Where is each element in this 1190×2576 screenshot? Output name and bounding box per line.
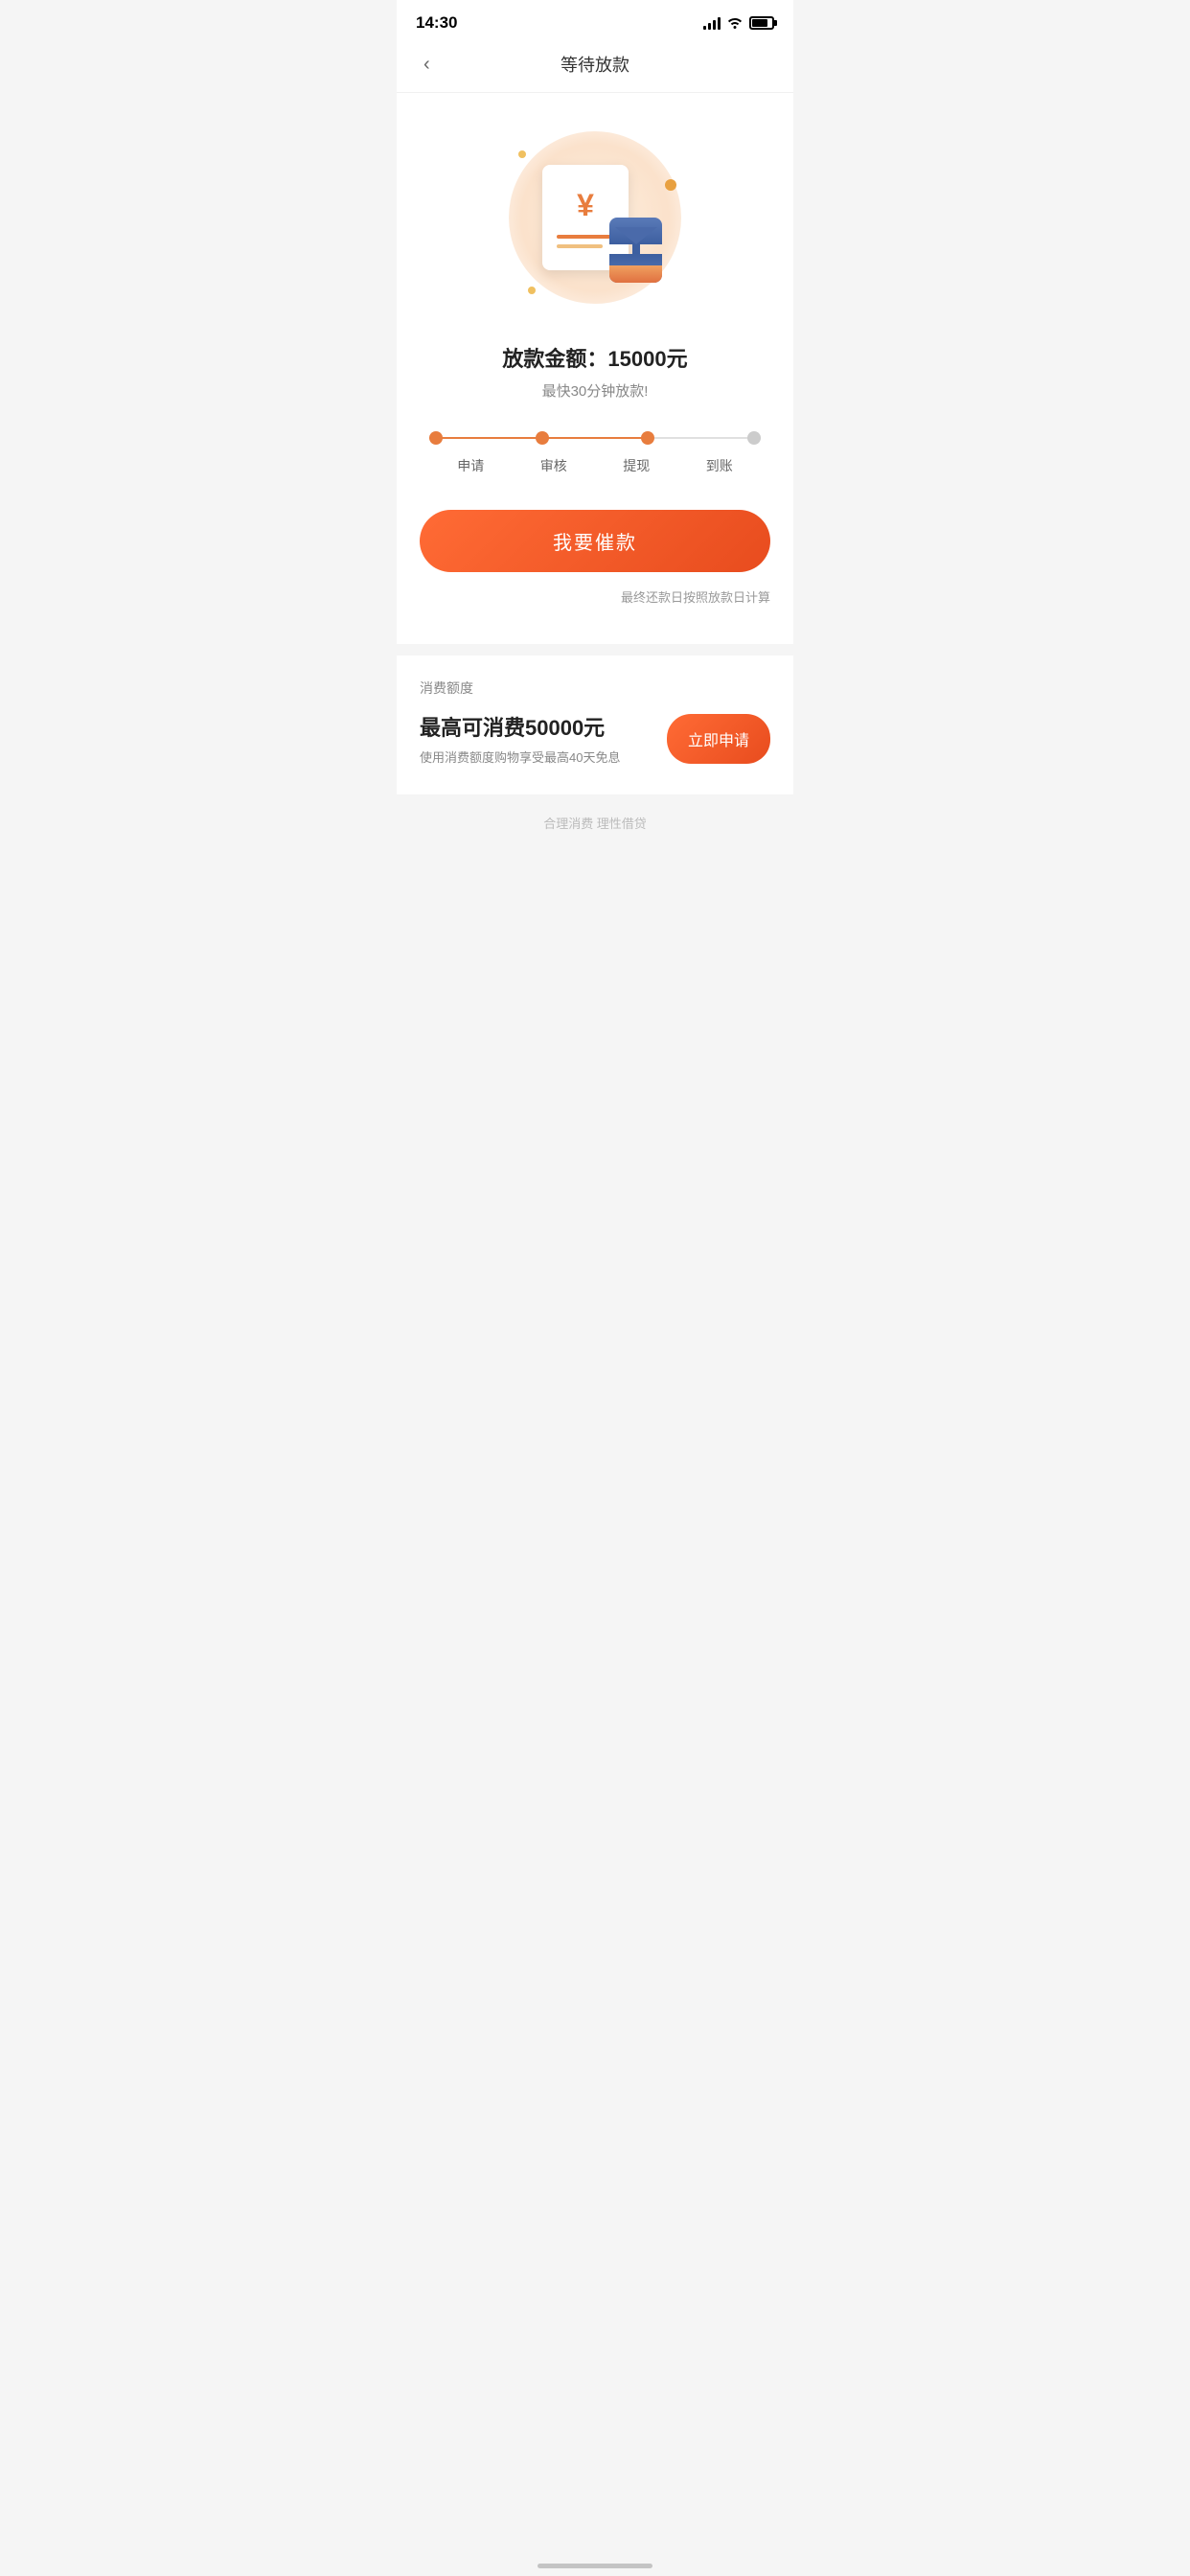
- sand-fill: [609, 265, 662, 283]
- step-label-2: 审核: [513, 456, 596, 475]
- doc-line-2: [557, 244, 603, 248]
- hourglass-icon: [609, 218, 662, 285]
- nav-bar: ‹ 等待放款: [397, 40, 793, 93]
- home-indicator: [538, 2564, 652, 2568]
- page-title: 等待放款: [561, 52, 629, 77]
- hourglass-top: [609, 218, 662, 244]
- card-tag: 消费额度: [420, 678, 770, 698]
- progress-dot-4: [747, 431, 761, 445]
- card-content: 最高可消费50000元 使用消费额度购物享受最高40天免息 立即申请: [420, 711, 770, 766]
- progress-section: 申请 审核 提现 到账: [420, 431, 770, 475]
- battery-icon: [749, 16, 774, 30]
- section-divider: [397, 644, 793, 656]
- urge-button[interactable]: 我要催款: [420, 510, 770, 572]
- card-left: 最高可消费50000元 使用消费额度购物享受最高40天免息: [420, 711, 667, 766]
- yen-symbol: ¥: [577, 188, 594, 223]
- dot-decoration-1: [518, 150, 526, 158]
- illustration-container: ¥: [499, 122, 691, 313]
- cta-note: 最终还款日按照放款日计算: [420, 587, 770, 606]
- footer-label: 合理消费 理性借贷: [543, 816, 647, 831]
- card-desc: 使用消费额度购物享受最高40天免息: [420, 748, 667, 766]
- step-label-1: 申请: [429, 456, 513, 475]
- dot-decoration-3: [528, 287, 536, 294]
- back-button[interactable]: ‹: [416, 50, 438, 80]
- progress-dot-3: [641, 431, 654, 445]
- wifi-icon: [726, 15, 744, 32]
- progress-dot-1: [429, 431, 443, 445]
- doc-lines: [557, 235, 614, 248]
- amount-section: 放款金额：15000元 最快30分钟放款!: [420, 342, 770, 401]
- dot-decoration-2: [665, 179, 676, 191]
- main-content: ¥ 放款金额：15000元 最快30分钟放款!: [397, 93, 793, 644]
- progress-dot-2: [536, 431, 549, 445]
- bottom-card: 消费额度 最高可消费50000元 使用消费额度购物享受最高40天免息 立即申请: [397, 656, 793, 794]
- doc-line-1: [557, 235, 614, 239]
- hourglass-bottom: [609, 254, 662, 283]
- card-title: 最高可消费50000元: [420, 711, 667, 742]
- hero-illustration: ¥: [420, 122, 770, 313]
- footer-text: 合理消费 理性借贷: [397, 794, 793, 861]
- status-bar: 14:30: [397, 0, 793, 40]
- status-icons: [703, 15, 774, 32]
- progress-track: [429, 431, 761, 445]
- step-label-4: 到账: [678, 456, 762, 475]
- apply-button[interactable]: 立即申请: [667, 714, 770, 764]
- amount-subtitle: 最快30分钟放款!: [420, 380, 770, 401]
- signal-icon: [703, 16, 721, 30]
- amount-title: 放款金额：15000元: [420, 342, 770, 373]
- step-label-3: 提现: [595, 456, 678, 475]
- progress-labels: 申请 审核 提现 到账: [429, 456, 761, 475]
- status-time: 14:30: [416, 13, 457, 33]
- hourglass-middle: [632, 244, 640, 254]
